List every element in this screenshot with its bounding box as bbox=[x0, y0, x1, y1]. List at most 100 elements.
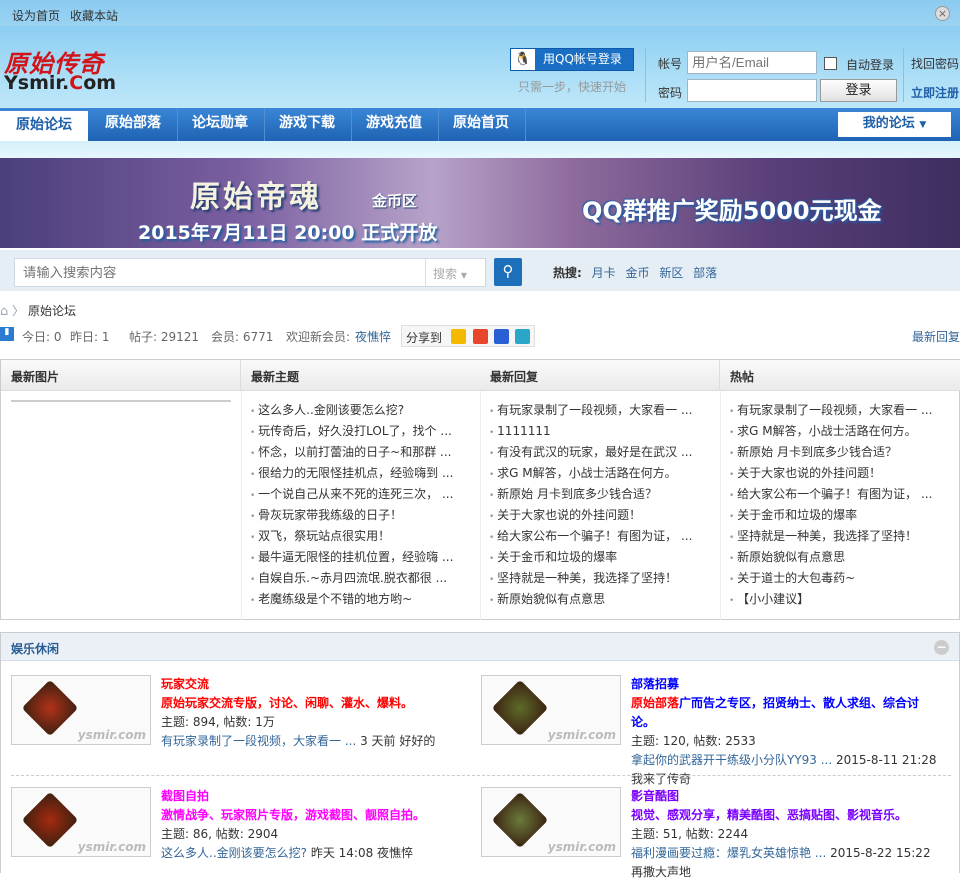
list-item[interactable]: 坚持就是一种美，我选择了坚持！ bbox=[481, 568, 720, 589]
list-item[interactable]: 坚持就是一种美，我选择了坚持！ bbox=[721, 526, 960, 547]
logo-domain: Ysmir.Com bbox=[4, 72, 117, 94]
forum-name[interactable]: 影音酷图 bbox=[631, 787, 941, 806]
list-item[interactable]: 1111111 bbox=[481, 421, 720, 442]
latest-table: 最新图片 最新主题 最新回复 热帖 这么多人..金刚该要怎么挖?玩传奇后，好久没… bbox=[0, 359, 960, 620]
chevron-down-icon: ▼ bbox=[460, 271, 467, 280]
list-item[interactable]: 玩传奇后，好久没打LOL了，找个 ... bbox=[242, 421, 481, 442]
search-type-select[interactable]: 搜索 ▼ bbox=[425, 259, 485, 286]
banner-date: 2015年7月11日 20:00 正式开放 bbox=[138, 222, 438, 244]
new-replies-list: 有玩家录制了一段视频，大家看一 ...1111111有没有武汉的玩家，最好是在武… bbox=[481, 400, 720, 610]
weibo-share-icon[interactable] bbox=[473, 329, 488, 344]
my-forum-button[interactable]: 我的论坛 ▼ bbox=[838, 112, 951, 137]
list-item[interactable]: 关于金币和垃圾的爆率 bbox=[481, 547, 720, 568]
forum-counts: 主题: 120, 帖数: 2533 bbox=[631, 734, 756, 748]
search-button[interactable]: ⚲ bbox=[494, 258, 522, 286]
account-input[interactable] bbox=[687, 51, 817, 74]
list-item[interactable]: 给大家公布一个骗子！有图为证， ... bbox=[721, 484, 960, 505]
banner-title: 原始帝魂 bbox=[190, 180, 322, 215]
tencent-share-icon[interactable] bbox=[515, 329, 530, 344]
last-post-link[interactable]: 拿起你的武器开干练级小分队YY93 ... bbox=[631, 753, 832, 767]
nav-item-medals[interactable]: 论坛勋章 bbox=[176, 108, 265, 141]
forum-thumbnail[interactable]: ysmir.com bbox=[481, 675, 621, 745]
qzone-share-icon[interactable] bbox=[451, 329, 466, 344]
list-item[interactable]: 有玩家录制了一段视频，大家看一 ... bbox=[481, 400, 720, 421]
hot-search-label: 热搜: bbox=[553, 266, 582, 280]
hot-search-link[interactable]: 金币 bbox=[625, 266, 649, 280]
forum-name[interactable]: 部落招募 bbox=[631, 675, 941, 694]
forum-name[interactable]: 截图自拍 bbox=[161, 787, 471, 806]
list-item[interactable]: 新原始 月卡到底多少钱合适？ bbox=[721, 442, 960, 463]
list-item[interactable]: 【小小建议】 bbox=[721, 589, 960, 610]
account-label: 帐号 bbox=[658, 57, 683, 71]
section-title[interactable]: 娱乐休闲 bbox=[1, 633, 959, 661]
share-bar: 分享到 bbox=[401, 325, 535, 347]
last-post-link[interactable]: 福利漫画要过瘾：爆乳女英雄惊艳 ... bbox=[631, 846, 826, 860]
list-item[interactable]: 新原始貌似有点意思 bbox=[721, 547, 960, 568]
close-icon[interactable]: × bbox=[935, 6, 950, 21]
last-post-link[interactable]: 这么多人..金刚该要怎么挖? bbox=[161, 846, 307, 860]
collapse-icon[interactable]: − bbox=[934, 640, 949, 655]
forum-desc-prefix: 原始部落 bbox=[631, 696, 680, 710]
list-item[interactable]: 新原始貌似有点意思 bbox=[481, 589, 720, 610]
list-item[interactable]: 双飞，祭玩站点很实用！ bbox=[242, 526, 481, 547]
nav-item-forum[interactable]: 原始论坛 bbox=[0, 111, 88, 141]
new-member-link[interactable]: 夜憔悴 bbox=[355, 328, 391, 345]
hot-search-link[interactable]: 新区 bbox=[659, 266, 683, 280]
last-post-link[interactable]: 有玩家录制了一段视频，大家看一 ... bbox=[161, 734, 356, 748]
search-input[interactable] bbox=[14, 258, 486, 287]
list-item[interactable]: 给大家公布一个骗子！有图为证， ... bbox=[481, 526, 720, 547]
list-item[interactable]: 有玩家录制了一段视频，大家看一 ... bbox=[721, 400, 960, 421]
nav-item-tribe[interactable]: 原始部落 bbox=[89, 108, 178, 141]
nav-item-download[interactable]: 游戏下载 bbox=[263, 108, 352, 141]
tab-latest-images[interactable]: 最新图片 bbox=[1, 360, 241, 391]
list-item[interactable]: 老魔练级是个不错的地方哟~ bbox=[242, 589, 481, 610]
list-item[interactable]: 最牛逼无限怪的挂机位置，经验嗨 ... bbox=[242, 547, 481, 568]
list-item[interactable]: 关于大家也说的外挂问题！ bbox=[481, 505, 720, 526]
list-item[interactable]: 求G M解答，小战士活路在何方。 bbox=[721, 421, 960, 442]
qq-login-button[interactable]: 🐧 用QQ帐号登录 bbox=[510, 48, 634, 71]
banner[interactable]: 原始帝魂 金币区 2015年7月11日 20:00 正式开放 QQ群推广奖励50… bbox=[0, 158, 960, 248]
hot-search-link[interactable]: 月卡 bbox=[592, 266, 616, 280]
list-item[interactable]: 骨灰玩家带我练级的日子！ bbox=[242, 505, 481, 526]
baidu-share-icon[interactable] bbox=[494, 329, 509, 344]
auto-login-label: 自动登录 bbox=[846, 58, 895, 72]
forum-icon bbox=[491, 679, 549, 737]
tab-new-topics[interactable]: 最新主题 bbox=[241, 360, 481, 391]
register-link[interactable]: 立即注册 bbox=[911, 84, 959, 101]
list-item[interactable]: 求G M解答，小战士活路在何方。 bbox=[481, 463, 720, 484]
set-home-link[interactable]: 设为首页 bbox=[12, 7, 60, 24]
tab-hot-posts[interactable]: 热帖 bbox=[720, 360, 960, 391]
latest-reply-link[interactable]: 最新回复 bbox=[912, 328, 960, 345]
list-item[interactable]: 关于金币和垃圾的爆率 bbox=[721, 505, 960, 526]
stat-posts: 帖子: 29121 bbox=[129, 330, 200, 344]
tab-new-replies[interactable]: 最新回复 bbox=[480, 360, 720, 391]
breadcrumb-current[interactable]: 原始论坛 bbox=[28, 304, 76, 318]
forum-thumbnail[interactable]: ysmir.com bbox=[481, 787, 621, 857]
forum-name[interactable]: 玩家交流 bbox=[161, 675, 471, 694]
list-item[interactable]: 关于道士的大包毒药~ bbox=[721, 568, 960, 589]
auto-login-checkbox[interactable] bbox=[824, 57, 837, 70]
home-icon[interactable]: ⌂ bbox=[0, 304, 8, 319]
list-item[interactable]: 新原始 月卡到底多少钱合适？ bbox=[481, 484, 720, 505]
forum-info: 影音酷图 视觉、感观分享，精美酷图、恶搞贴图、影视音乐。 主题: 51, 帖数: 2… bbox=[631, 787, 941, 882]
list-item[interactable]: 有没有武汉的玩家，最好是在武汉 ... bbox=[481, 442, 720, 463]
list-item[interactable]: 这么多人..金刚该要怎么挖? bbox=[242, 400, 481, 421]
login-button[interactable]: 登录 bbox=[820, 79, 897, 102]
nav-item-home[interactable]: 原始首页 bbox=[437, 108, 526, 141]
password-input[interactable] bbox=[687, 79, 817, 102]
chevron-down-icon: ▼ bbox=[919, 120, 927, 130]
list-item[interactable]: 很给力的无限怪挂机点，经验嗨到 ... bbox=[242, 463, 481, 484]
list-item[interactable]: 怀念，以前打蕾油的日子~和那群 ... bbox=[242, 442, 481, 463]
forum-desc-text: 激情战争、玩家照片专版，游戏截图、靓照自拍。 bbox=[161, 808, 426, 822]
find-password-link[interactable]: 找回密码 bbox=[911, 55, 959, 72]
list-item[interactable]: 自娱自乐.~赤月四流氓.脱衣都很 ... bbox=[242, 568, 481, 589]
stat-today: 今日: 0 bbox=[22, 330, 62, 344]
hot-search-link[interactable]: 部落 bbox=[693, 266, 717, 280]
list-item[interactable]: 一个说自己从来不死的连死三次， ... bbox=[242, 484, 481, 505]
forum-thumbnail[interactable]: ysmir.com bbox=[11, 787, 151, 857]
nav-item-recharge[interactable]: 游戏充值 bbox=[350, 108, 439, 141]
list-item[interactable]: 关于大家也说的外挂问题！ bbox=[721, 463, 960, 484]
forum-icon bbox=[491, 791, 549, 849]
forum-thumbnail[interactable]: ysmir.com bbox=[11, 675, 151, 745]
bookmark-link[interactable]: 收藏本站 bbox=[70, 7, 118, 24]
